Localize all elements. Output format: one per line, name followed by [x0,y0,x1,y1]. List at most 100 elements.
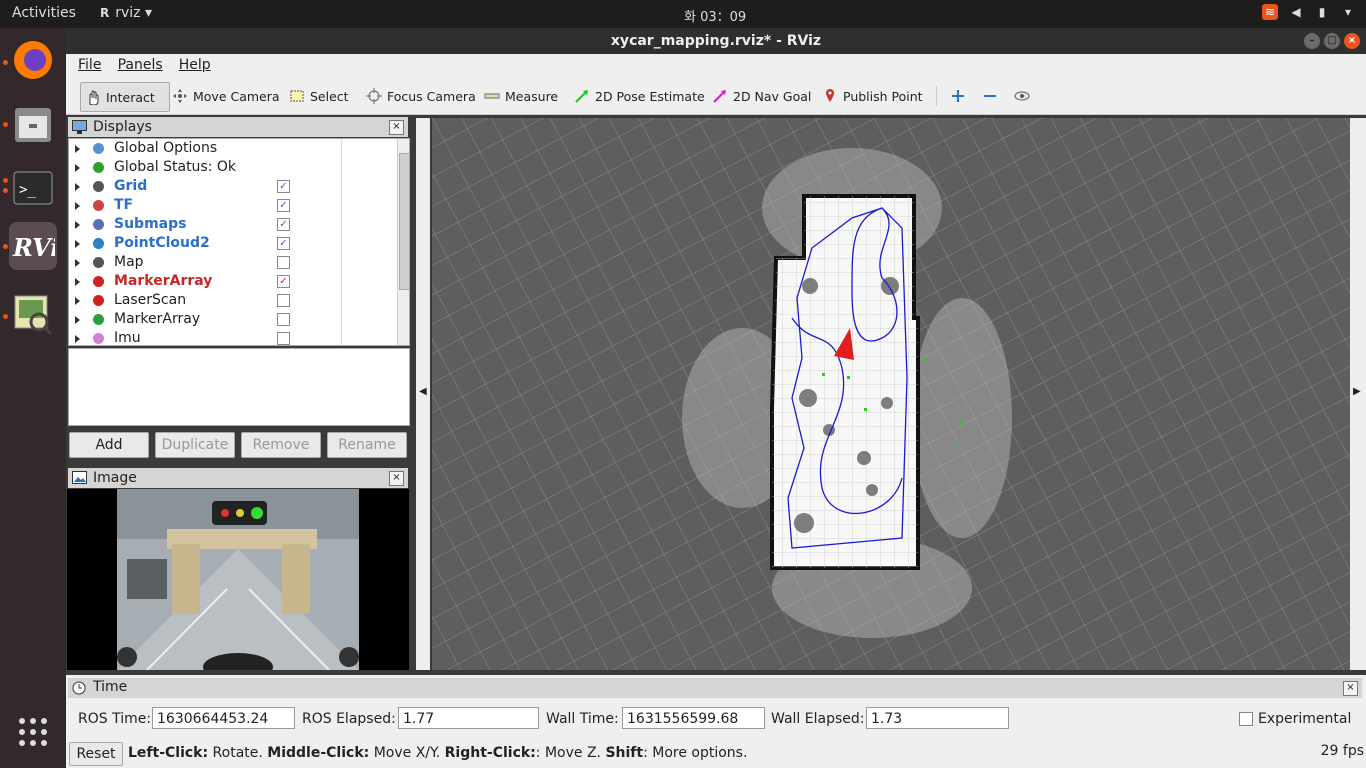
close-image-panel-icon[interactable]: × [389,471,404,486]
right-splitter[interactable]: ▶ [1350,118,1366,670]
wall-time-field[interactable]: 1631556599.68 [622,707,765,729]
pose-estimate-tool[interactable]: 2D Pose Estimate [570,82,709,110]
display-item[interactable]: TF ✓ [69,196,397,215]
display-type-icon [91,141,106,156]
interact-tool[interactable]: Interact [80,82,170,112]
plus-icon [952,90,964,102]
display-item-label: PointCloud2 [114,235,210,251]
remove-tool-button[interactable] [978,82,1007,110]
display-enabled-checkbox[interactable]: ✓ [277,199,290,212]
wall-elapsed-field[interactable]: 1.73 [866,707,1009,729]
measure-tool[interactable]: Measure [480,82,562,110]
ros-time-field[interactable]: 1630664453.24 [152,707,295,729]
expand-arrow-icon[interactable] [75,278,80,286]
rename-display-button[interactable]: Rename [327,432,407,458]
fps-readout: 29 fps [1320,743,1364,759]
monitor-icon [72,120,87,134]
select-tool[interactable]: Select [285,82,353,110]
experimental-checkbox[interactable] [1239,712,1253,726]
menu-panels[interactable]: Panels [118,57,163,73]
display-enabled-checkbox[interactable]: ✓ [277,218,290,231]
expand-arrow-icon[interactable] [75,164,80,172]
expand-arrow-icon[interactable] [75,297,80,305]
remove-display-button[interactable]: Remove [241,432,321,458]
display-type-icon [91,198,106,213]
display-item[interactable]: PointCloud2 ✓ [69,234,397,253]
displays-scrollbar[interactable] [397,139,409,345]
focus-camera-tool[interactable]: Focus Camera [362,82,480,110]
expand-arrow-icon[interactable] [75,316,80,324]
running-indicator [3,60,8,65]
display-item[interactable]: Global Options [69,139,397,158]
publish-point-tool[interactable]: Publish Point [818,82,927,110]
display-item-label: Global Options [114,140,218,156]
maximize-icon[interactable]: □ [1324,33,1340,49]
expand-arrow-icon[interactable] [75,202,80,210]
update-icon[interactable]: ≋ [1262,4,1278,20]
running-indicator [3,122,8,127]
window-title-bar[interactable]: xycar_mapping.rviz* - RViz – □ × [66,28,1366,54]
add-tool-button[interactable] [946,82,975,110]
menu-bar: File Panels Help [66,54,1366,78]
duplicate-display-button[interactable]: Duplicate [155,432,235,458]
expand-arrow-icon[interactable] [75,183,80,191]
display-item[interactable]: Map [69,253,397,272]
display-item[interactable]: MarkerArray [69,310,397,329]
display-enabled-checkbox[interactable]: ✓ [277,237,290,250]
display-item[interactable]: MarkerArray ✓ [69,272,397,291]
displays-header: Displays × [68,117,408,137]
close-time-panel-icon[interactable]: × [1343,681,1358,696]
image-viewer-icon[interactable] [9,290,57,338]
displays-tree[interactable]: Global Options Global Status: Ok Grid ✓ TF ✓ S… [68,138,410,346]
display-item[interactable]: Imu [69,329,397,346]
expand-arrow-icon[interactable] [75,335,80,343]
clock[interactable]: 화 03：09 [684,6,746,25]
menu-help[interactable]: Help [179,57,211,73]
add-display-button[interactable]: Add [69,432,149,458]
reset-button[interactable]: Reset [69,742,123,766]
terminal-icon[interactable]: >_ [9,164,57,212]
nav-goal-tool[interactable]: 2D Nav Goal [708,82,815,110]
expand-arrow-icon[interactable] [75,145,80,153]
firefox-icon[interactable] [9,36,57,84]
display-item[interactable]: Grid ✓ [69,177,397,196]
display-enabled-checkbox[interactable]: ✓ [277,180,290,193]
files-icon[interactable] [9,100,57,148]
collapse-left-icon[interactable]: ◀ [419,386,427,397]
expand-arrow-icon[interactable] [75,240,80,248]
show-apps-icon[interactable] [9,708,57,756]
menu-file[interactable]: File [78,57,101,73]
display-item[interactable]: Global Status: Ok [69,158,397,177]
expand-arrow-icon[interactable] [75,259,80,267]
display-enabled-checkbox[interactable] [277,256,290,269]
battery-icon[interactable]: ▮ [1314,4,1330,20]
activities-button[interactable]: Activities [12,5,76,21]
system-tray[interactable]: ≋ ◀ ▮ ▾ [1262,4,1356,20]
display-enabled-checkbox[interactable] [277,332,290,345]
menu-chevron-icon[interactable]: ▾ [1340,4,1356,20]
display-enabled-checkbox[interactable] [277,294,290,307]
minimize-icon[interactable]: – [1304,33,1320,49]
collapse-right-icon[interactable]: ▶ [1353,386,1361,397]
app-menu[interactable]: Rrviz ▾ [100,5,152,21]
display-item-label: Map [114,254,144,270]
3d-viewport[interactable] [432,118,1350,670]
rviz-dock-icon[interactable]: RViz [9,222,57,270]
display-enabled-checkbox[interactable]: ✓ [277,275,290,288]
left-click-key: Left-Click: [128,745,209,761]
close-icon[interactable]: × [1344,33,1360,49]
left-splitter[interactable]: ◀ [416,118,430,670]
close-displays-icon[interactable]: × [389,120,404,135]
expand-arrow-icon[interactable] [75,221,80,229]
view-tool-button[interactable] [1010,82,1039,110]
display-item[interactable]: Submaps ✓ [69,215,397,234]
image-panel-title: Image [93,470,137,486]
move-camera-tool[interactable]: Move Camera [168,82,284,110]
ros-elapsed-field[interactable]: 1.77 [398,707,539,729]
volume-icon[interactable]: ◀ [1288,4,1304,20]
scrollbar-thumb[interactable] [399,153,409,290]
display-enabled-checkbox[interactable] [277,313,290,326]
display-item-label: Imu [114,330,141,346]
display-item[interactable]: LaserScan [69,291,397,310]
green-arrow-icon [575,90,588,103]
